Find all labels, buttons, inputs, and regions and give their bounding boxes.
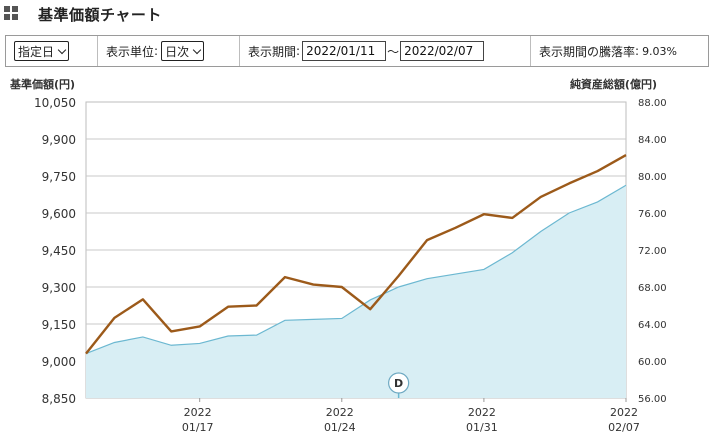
right-tick-label: 68.00 — [638, 283, 667, 294]
period-tilde: 〜 — [387, 44, 400, 59]
right-tick-label: 60.00 — [638, 357, 667, 368]
change-value: 9.03% — [642, 44, 678, 58]
x-tick-year: 2022 — [610, 406, 638, 419]
x-tick-year: 2022 — [184, 406, 212, 419]
chart-header: 基準価額チャート — [0, 0, 709, 32]
change-cell: 表示期間の騰落率 : 9.03% — [539, 44, 678, 59]
right-tick-label: 72.00 — [638, 246, 667, 257]
right-axis-title: 純資産総額(億円) — [570, 77, 657, 91]
right-tick-label: 88.00 — [638, 98, 667, 109]
x-tick-date: 01/24 — [324, 421, 356, 434]
end-date-input[interactable]: 2022/02/07 — [400, 41, 485, 61]
x-tick-date: 02/07 — [608, 421, 640, 434]
chart-toolbar: 指定日 表示単位 : 日次 表示期間 : 2022/01/11 〜 2022/0… — [5, 35, 709, 67]
mode-select-value: 指定日 — [18, 44, 55, 59]
period-label: 表示期間 — [248, 44, 297, 59]
x-tick-date: 01/31 — [466, 421, 498, 434]
grid-icon — [4, 6, 18, 20]
left-tick-label: 8,850 — [42, 392, 76, 406]
right-tick-label: 76.00 — [638, 209, 667, 220]
chevron-down-icon — [192, 45, 202, 54]
left-tick-label: 9,600 — [42, 207, 76, 221]
x-tick-date: 01/17 — [182, 421, 214, 434]
unit-label: 表示単位 — [106, 44, 155, 59]
left-axis-title: 基準価額(円) — [9, 77, 75, 91]
x-tick-year: 2022 — [326, 406, 354, 419]
left-tick-label: 9,300 — [42, 281, 76, 295]
unit-select-value: 日次 — [165, 44, 190, 59]
right-tick-label: 64.00 — [638, 320, 667, 331]
page-title: 基準価額チャート — [38, 6, 162, 24]
left-tick-label: 9,750 — [42, 170, 76, 184]
annotation-label: D — [394, 377, 403, 390]
left-tick-label: 9,150 — [42, 318, 76, 332]
change-label: 表示期間の騰落率 — [539, 44, 636, 59]
price-chart: 基準価額(円) 純資産総額(億円) 10,050 88.00 9,900 84.00 9… — [0, 68, 709, 441]
right-tick-label: 56.00 — [638, 394, 667, 405]
period-cell: 表示期間 : 2022/01/11 〜 2022/02/07 — [240, 36, 531, 66]
right-tick-label: 80.00 — [638, 172, 667, 183]
mode-cell: 指定日 — [6, 36, 98, 66]
unit-cell: 表示単位 : 日次 — [98, 36, 240, 66]
mode-select[interactable]: 指定日 — [14, 41, 70, 61]
left-tick-label: 10,050 — [34, 96, 76, 110]
chart-svg: 基準価額(円) 純資産総額(億円) 10,050 88.00 9,900 84.00 9… — [9, 77, 667, 434]
left-tick-label: 9,900 — [42, 133, 76, 147]
left-tick-label: 9,450 — [42, 244, 76, 258]
unit-select[interactable]: 日次 — [161, 41, 205, 61]
left-tick-label: 9,000 — [42, 355, 76, 369]
right-tick-label: 84.00 — [638, 135, 667, 146]
start-date-input[interactable]: 2022/01/11 — [302, 41, 387, 61]
chevron-down-icon — [57, 45, 67, 54]
x-tick-year: 2022 — [468, 406, 496, 419]
